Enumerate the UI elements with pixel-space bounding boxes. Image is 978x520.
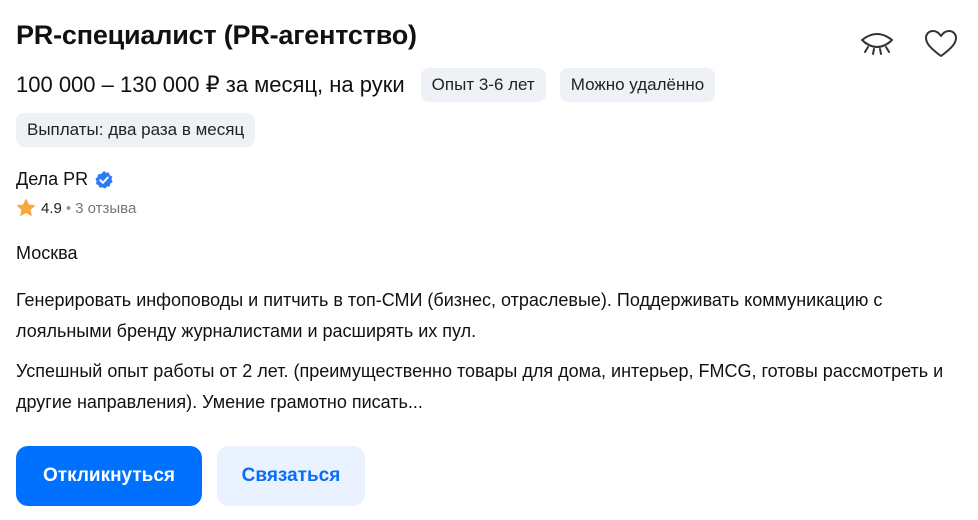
eye-closed-icon — [861, 33, 893, 55]
vacancy-requirements: Успешный опыт работы от 2 лет. (преимуще… — [16, 361, 944, 412]
experience-chip: Опыт 3-6 лет — [420, 68, 546, 102]
salary: 100 000 – 130 000 ₽ за месяц, на руки — [16, 72, 405, 97]
star-icon — [17, 199, 35, 216]
salary-row: 100 000 – 130 000 ₽ за месяц, на руки Оп… — [16, 68, 729, 102]
rating-separator: • — [65, 199, 72, 217]
reviews-link[interactable]: 3 отзыва — [75, 200, 136, 217]
verified-badge-icon — [95, 170, 113, 188]
contact-button[interactable]: Связаться — [217, 446, 365, 506]
favorite-button[interactable] — [922, 28, 960, 60]
vacancy-card: PR-специалист (PR-агентство) 100 000 – 1… — [0, 0, 978, 520]
rating-score: 4.9 — [41, 199, 62, 217]
heart-icon — [925, 30, 957, 57]
payments-chip: Выплаты: два раза в месяц — [16, 113, 256, 147]
apply-button[interactable]: Откликнуться — [16, 446, 202, 506]
company-name[interactable]: Дела PR — [16, 169, 88, 190]
company-rating: 4.9 • 3 отзыва — [16, 198, 136, 218]
remote-chip: Можно удалённо — [559, 68, 716, 102]
vacancy-title[interactable]: PR-специалист (PR-агентство) — [16, 20, 417, 51]
hide-vacancy-button[interactable] — [858, 30, 896, 60]
company: Дела PR — [16, 169, 114, 190]
vacancy-responsibilities: Генерировать инфоповоды и питчить в топ-… — [16, 290, 883, 341]
vacancy-location: Москва — [16, 243, 78, 263]
